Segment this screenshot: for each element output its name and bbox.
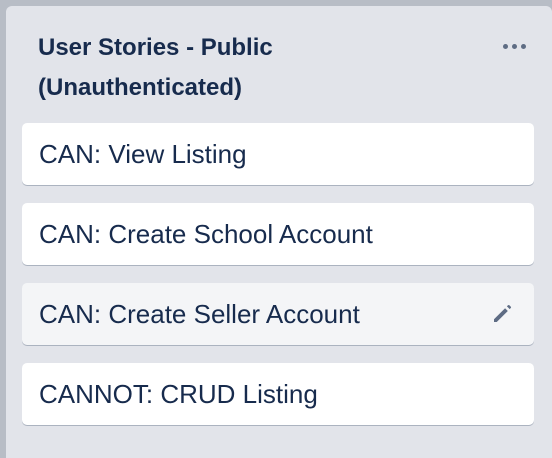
list-title-line-1: User Stories - Public bbox=[38, 34, 273, 61]
more-horizontal-icon bbox=[502, 43, 508, 49]
card-title: CAN: Create School Account bbox=[39, 218, 373, 249]
card-title: CANNOT: CRUD Listing bbox=[39, 378, 318, 409]
card-title: CAN: View Listing bbox=[39, 138, 247, 169]
card-create-school-account[interactable]: CAN: Create School Account bbox=[22, 203, 534, 265]
list-menu-button[interactable] bbox=[496, 34, 532, 58]
list-column: User Stories - Public (Unauthenticated) … bbox=[6, 6, 552, 458]
more-dot-2 bbox=[511, 43, 517, 49]
card-title: CAN: Create Seller Account bbox=[39, 298, 360, 329]
list-title[interactable]: User Stories - Public (Unauthenticated) bbox=[38, 28, 458, 108]
card-view-listing[interactable]: CAN: View Listing bbox=[22, 123, 534, 185]
more-dot-3 bbox=[520, 43, 526, 49]
card-create-seller-account[interactable]: CAN: Create Seller Account bbox=[22, 283, 534, 345]
pencil-icon[interactable] bbox=[490, 302, 514, 326]
list-title-line-2: (Unauthenticated) bbox=[38, 74, 242, 101]
card-cannot-crud-listing[interactable]: CANNOT: CRUD Listing bbox=[22, 363, 534, 425]
